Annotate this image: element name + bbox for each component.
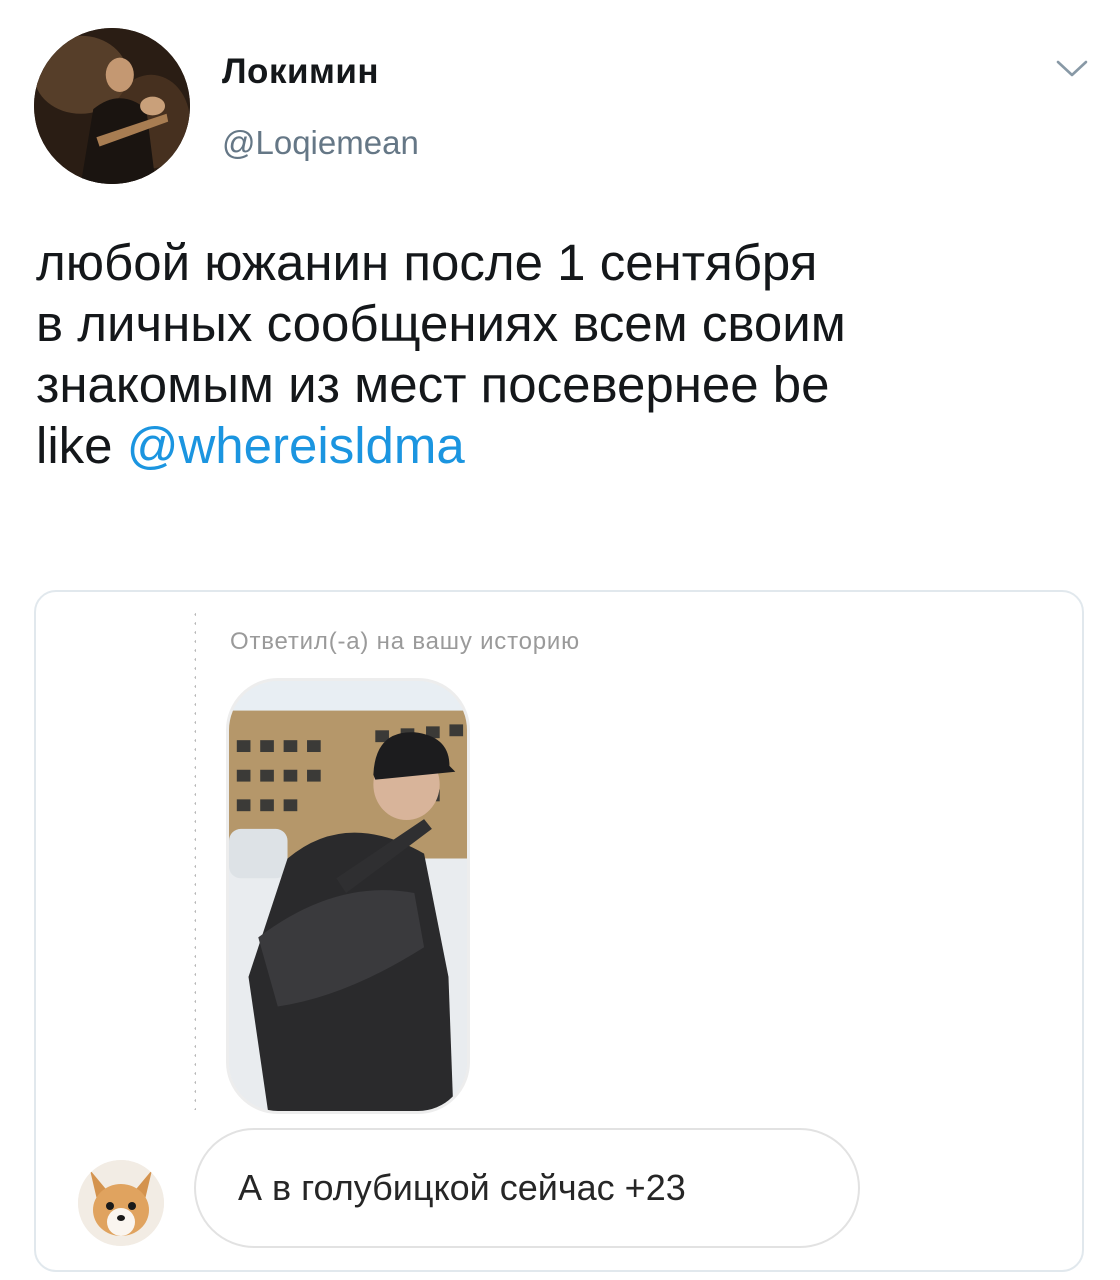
author-avatar[interactable] xyxy=(34,28,190,184)
story-thumbnail[interactable] xyxy=(226,678,470,1114)
story-reply-note: Ответил(-а) на вашу историю xyxy=(230,628,580,655)
mention-link[interactable]: @whereisldma xyxy=(127,417,465,474)
tweet-text-line: like @whereisldma xyxy=(36,415,1086,476)
message-bubble: А в голубицкой сейчас +23 xyxy=(194,1128,860,1248)
tweet-text-line: знакомым из мест посевернее be xyxy=(36,356,830,413)
thread-divider xyxy=(194,610,196,1110)
tweet-text: любой южанин после 1 сентября в личных с… xyxy=(36,232,1086,476)
chevron-down-icon[interactable] xyxy=(1055,58,1089,80)
embedded-image-card[interactable]: Ответил(-а) на вашу историю А в голубицк… xyxy=(34,590,1084,1272)
message-text: А в голубицкой сейчас +23 xyxy=(238,1167,686,1208)
tweet-text-line: в личных сообщениях всем своим xyxy=(36,295,846,352)
author-handle[interactable]: @Loqiemean xyxy=(222,124,419,162)
sender-avatar[interactable] xyxy=(78,1160,164,1246)
author-display-name[interactable]: Локимин xyxy=(222,52,379,92)
tweet-text-line-fragment: like xyxy=(36,417,127,474)
tweet-text-line: любой южанин после 1 сентября xyxy=(36,234,818,291)
